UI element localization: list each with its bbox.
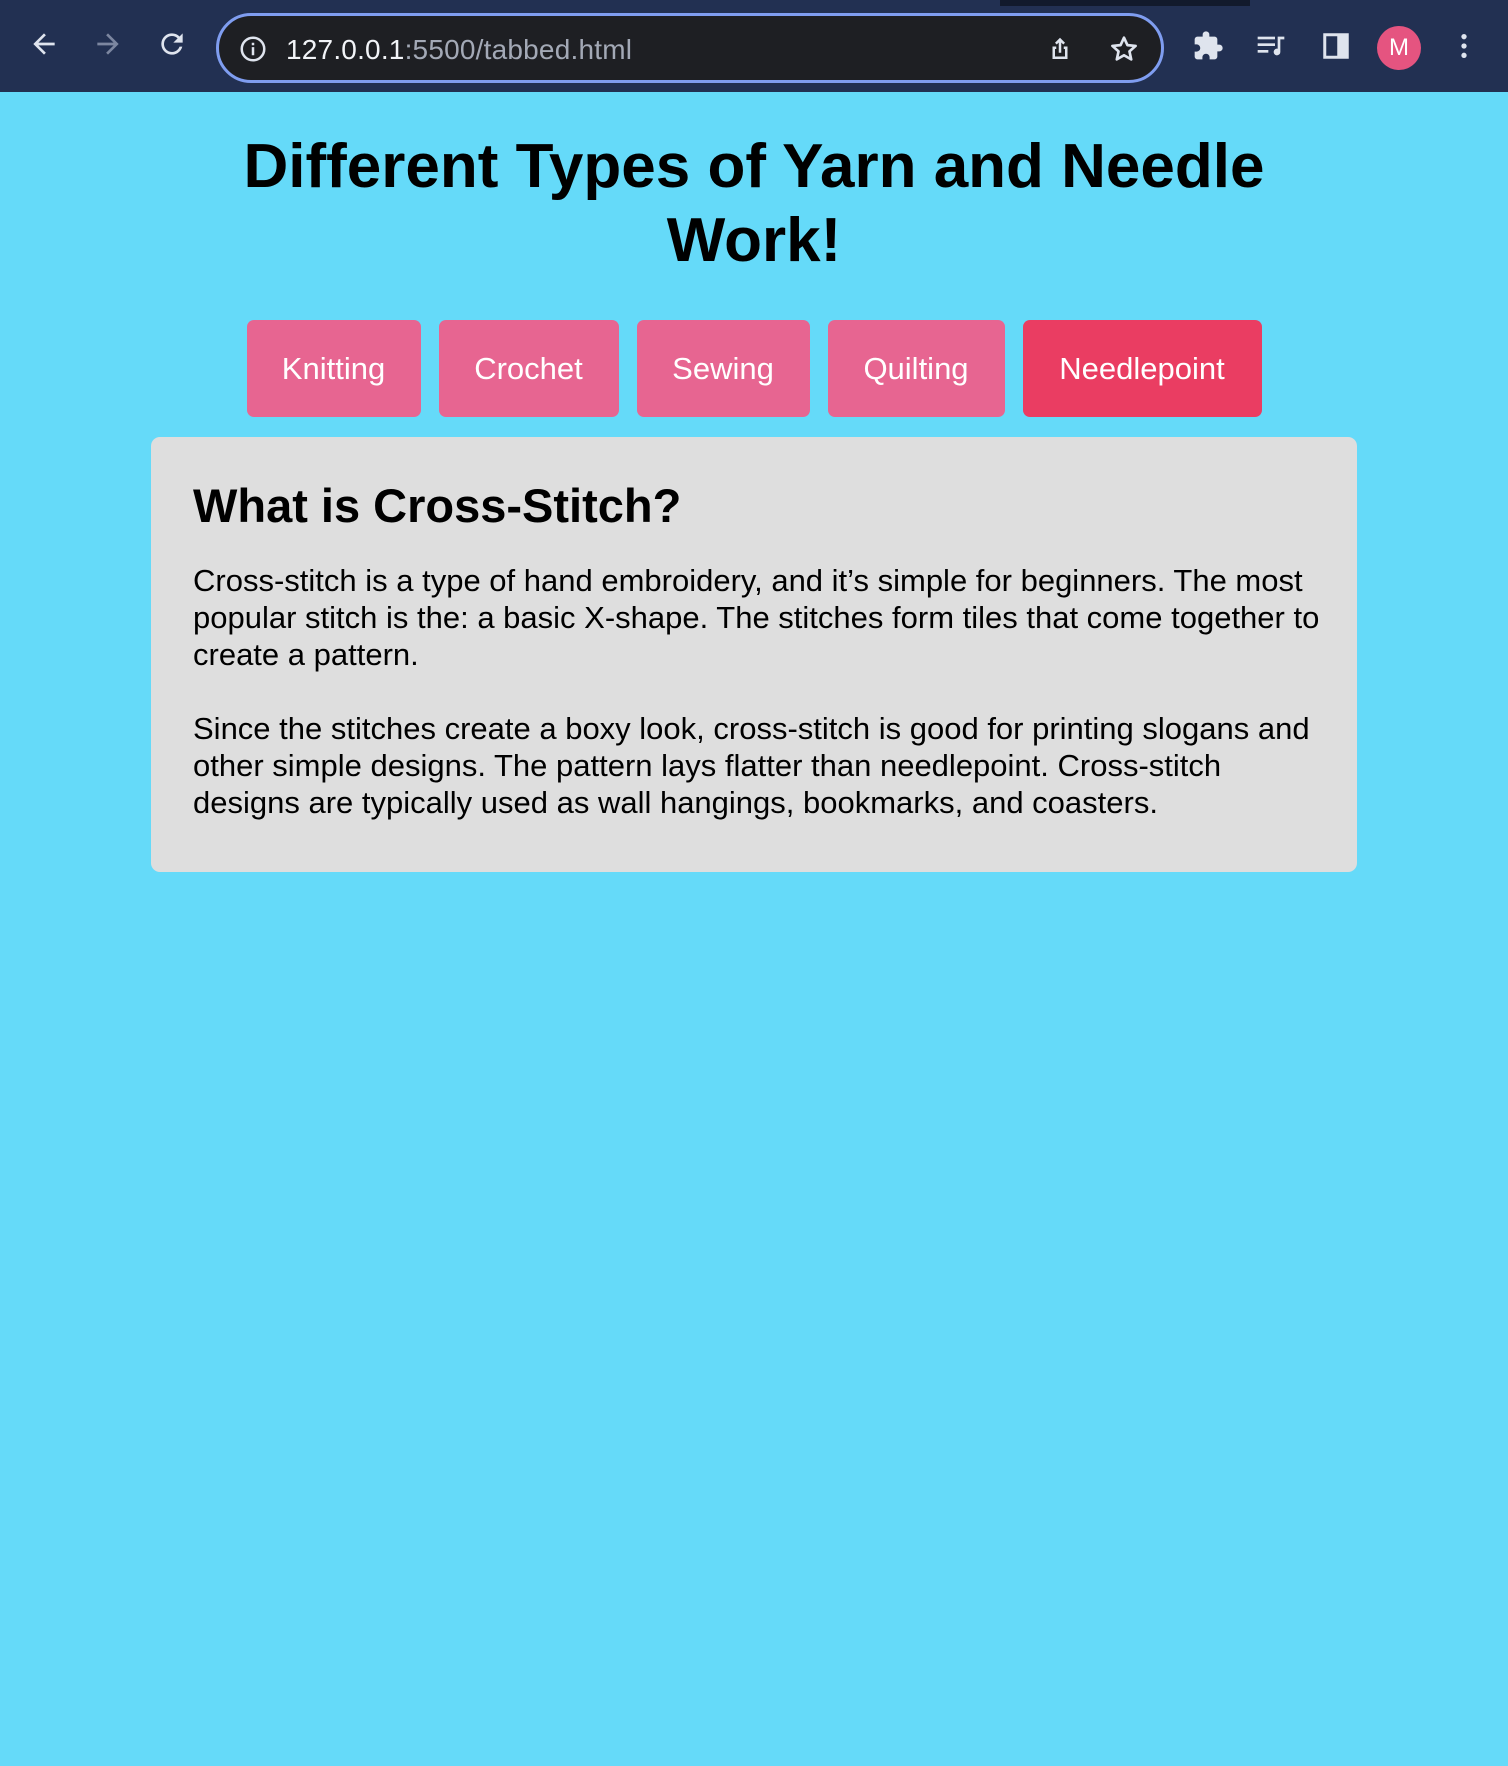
back-arrow-icon	[28, 28, 60, 65]
active-tab-edge[interactable]	[0, 0, 1000, 6]
forward-button[interactable]	[88, 26, 128, 66]
tab-needlepoint[interactable]: Needlepoint	[1022, 320, 1262, 417]
url-text[interactable]: 127.0.0.1:5500/tabbed.html	[286, 33, 632, 67]
tab-content-panel: What is Cross-Stitch? Cross-stitch is a …	[151, 437, 1357, 872]
avatar[interactable]: M	[1377, 26, 1421, 70]
url-host: 127.0.0.1	[286, 34, 405, 65]
address-bar[interactable]: 127.0.0.1:5500/tabbed.html	[216, 13, 1164, 83]
tab-knitting[interactable]: Knitting	[246, 320, 421, 417]
page-title: Different Types of Yarn and Needle Work!	[243, 132, 1265, 275]
tab-bar: Knitting Crochet Sewing Quilting Needlep…	[0, 320, 1508, 417]
back-button[interactable]	[24, 26, 64, 66]
other-tab-edge[interactable]	[1250, 0, 1508, 6]
star-icon[interactable]	[1107, 32, 1141, 66]
share-icon[interactable]	[1043, 32, 1077, 66]
forward-arrow-icon	[92, 28, 124, 65]
reload-icon	[156, 28, 188, 65]
side-panel-icon[interactable]	[1318, 28, 1354, 64]
tab-crochet[interactable]: Crochet	[438, 320, 619, 417]
tab-quilting[interactable]: Quilting	[827, 320, 1005, 417]
media-queue-icon[interactable]	[1253, 28, 1289, 64]
url-path: :5500/tabbed.html	[404, 34, 633, 65]
reload-button[interactable]	[152, 26, 192, 66]
tab-strip	[0, 0, 1508, 6]
info-icon[interactable]	[238, 34, 268, 64]
browser-toolbar: 127.0.0.1:5500/tabbed.html M	[0, 0, 1508, 92]
extensions-puzzle-icon[interactable]	[1190, 28, 1226, 64]
content-paragraph: Since the stitches create a boxy look, c…	[193, 711, 1310, 820]
content-heading: What is Cross-Stitch?	[193, 479, 682, 532]
content-paragraph: Cross-stitch is a type of hand embroider…	[193, 563, 1320, 672]
tab-sewing[interactable]: Sewing	[636, 320, 810, 417]
more-vert-icon[interactable]	[1446, 28, 1482, 64]
